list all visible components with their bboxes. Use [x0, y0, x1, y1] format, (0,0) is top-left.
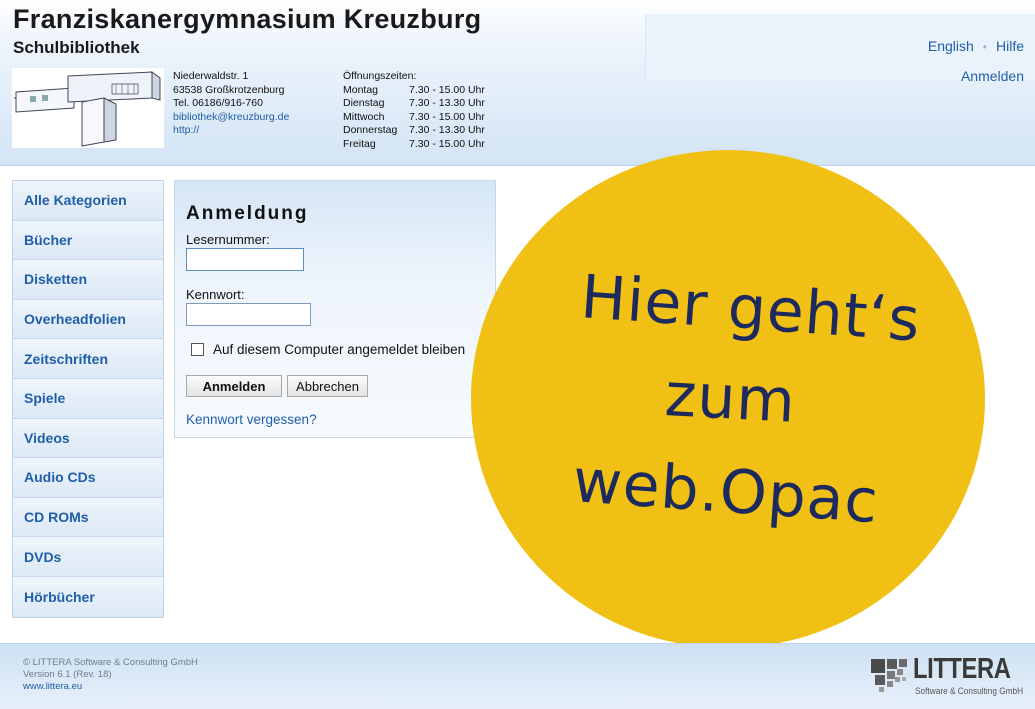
hours-row: Mittwoch 7.30 - 15.00 Uhr: [343, 111, 485, 125]
site-subtitle: Schulbibliothek: [13, 38, 140, 57]
footer-info: © LITTERA Software & Consulting GmbH Ver…: [23, 657, 198, 693]
sidebar-item-zeitschriften[interactable]: Zeitschriften: [13, 339, 163, 379]
littera-logo-sub: Software & Consulting GmbH: [915, 686, 1024, 696]
hours-time: 7.30 - 13.30 Uhr: [409, 97, 485, 109]
sidebar-item-disketten[interactable]: Disketten: [13, 260, 163, 300]
hours-day: Montag: [343, 83, 379, 96]
link-separator: •: [982, 40, 987, 54]
opening-hours-heading: Öffnungszeiten:: [343, 70, 417, 82]
hours-time: 7.30 - 15.00 Uhr: [409, 110, 485, 123]
remember-me-label: Auf diesem Computer angemeldet bleiben: [213, 342, 466, 357]
footer-copyright: © LITTERA Software & Consulting GmbH: [23, 657, 198, 668]
opening-hours-table: Montag 7.30 - 15.00 Uhr Dienstag 7.30 - 13…: [343, 84, 485, 152]
hours-day: Donnerstag: [343, 124, 398, 136]
sidebar-item-audio-cds[interactable]: Audio CDs: [13, 458, 163, 498]
sidebar-item-overheadfolien[interactable]: Overheadfolien: [13, 299, 163, 340]
hours-time: 7.30 - 15.00 Uhr: [409, 137, 485, 150]
login-title: Anmeldung: [186, 203, 309, 224]
address-city: 63538 Großkrotzenburg: [173, 83, 285, 96]
header-login-link[interactable]: Anmelden: [961, 68, 1024, 84]
hours-time: 7.30 - 15.00 Uhr: [409, 83, 485, 96]
top-links-panel: English • Hilfe Anmelden: [645, 14, 1035, 84]
top-links: English • Hilfe: [928, 38, 1024, 54]
header: Franziskanergymnasium Kreuzburg Schulbib…: [0, 0, 1035, 166]
footer: © LITTERA Software & Consulting GmbH Ver…: [0, 643, 1035, 709]
password-input[interactable]: [186, 303, 311, 326]
webopac-promo-badge[interactable]: Hier geht‘s zum web.Opac: [471, 150, 985, 648]
cancel-button[interactable]: Abbrechen: [287, 375, 368, 397]
reader-number-input[interactable]: [186, 248, 304, 271]
promo-line-2: zum: [663, 360, 798, 437]
hours-day: Freitag: [343, 137, 376, 150]
category-sidebar: Alle Kategorien Bücher Disketten Overhea…: [12, 180, 164, 618]
email-link[interactable]: bibliothek@kreuzburg.de: [173, 111, 289, 123]
hours-day: Mittwoch: [343, 110, 385, 123]
sidebar-item-spiele[interactable]: Spiele: [13, 378, 163, 419]
reader-number-label: Lesernummer:: [186, 232, 270, 247]
hours-row: Donnerstag 7.30 - 13.30 Uhr: [343, 124, 485, 138]
password-label: Kennwort:: [186, 287, 245, 302]
hours-day: Dienstag: [343, 97, 385, 109]
login-panel: Anmeldung Lesernummer: Kennwort: Auf die…: [174, 180, 496, 438]
header-login: Anmelden: [961, 68, 1024, 84]
site-title: Franziskanergymnasium Kreuzburg: [13, 4, 482, 34]
login-button[interactable]: Anmelden: [186, 375, 282, 397]
sidebar-item-dvds[interactable]: DVDs: [13, 537, 163, 577]
littera-logo[interactable]: LITTERA Software & Consulting GmbH: [871, 653, 1029, 701]
sidebar-item-cd-roms[interactable]: CD ROMs: [13, 497, 163, 538]
remember-me-row: Auf diesem Computer angemeldet bleiben: [191, 342, 465, 357]
littera-logo-name: LITTERA: [913, 653, 1011, 685]
footer-version: Version 6.1 (Rev. 18): [23, 669, 112, 680]
opening-hours: Öffnungszeiten: Montag 7.30 - 15.00 Uhr D…: [343, 70, 485, 151]
sidebar-item-hoerbuecher[interactable]: Hörbücher: [13, 576, 163, 617]
sidebar-item-videos[interactable]: Videos: [13, 418, 163, 459]
hours-row: Freitag 7.30 - 15.00 Uhr: [343, 138, 485, 152]
hours-time: 7.30 - 13.30 Uhr: [409, 124, 485, 136]
forgot-password-link[interactable]: Kennwort vergessen?: [186, 412, 317, 427]
sidebar-item-buecher[interactable]: Bücher: [13, 220, 163, 261]
hours-row: Dienstag 7.30 - 13.30 Uhr: [343, 97, 485, 111]
english-link[interactable]: English: [928, 38, 974, 54]
school-building-logo: [12, 68, 164, 148]
remember-me-checkbox[interactable]: [191, 343, 204, 356]
littera-mark-icon: [871, 659, 907, 692]
footer-link[interactable]: www.littera.eu: [23, 681, 82, 692]
address-street: Niederwaldstr. 1: [173, 70, 249, 82]
address-phone: Tel. 06186/916-760: [173, 97, 263, 109]
hours-row: Montag 7.30 - 15.00 Uhr: [343, 84, 485, 98]
promo-line-1: Hier geht‘s: [578, 262, 923, 356]
promo-line-3: web.Opac: [570, 446, 881, 538]
sidebar-item-alle-kategorien[interactable]: Alle Kategorien: [13, 181, 163, 221]
help-link[interactable]: Hilfe: [996, 38, 1024, 54]
website-link[interactable]: http://: [173, 124, 199, 136]
address-block: Niederwaldstr. 1 63538 Großkrotzenburg T…: [173, 70, 289, 138]
